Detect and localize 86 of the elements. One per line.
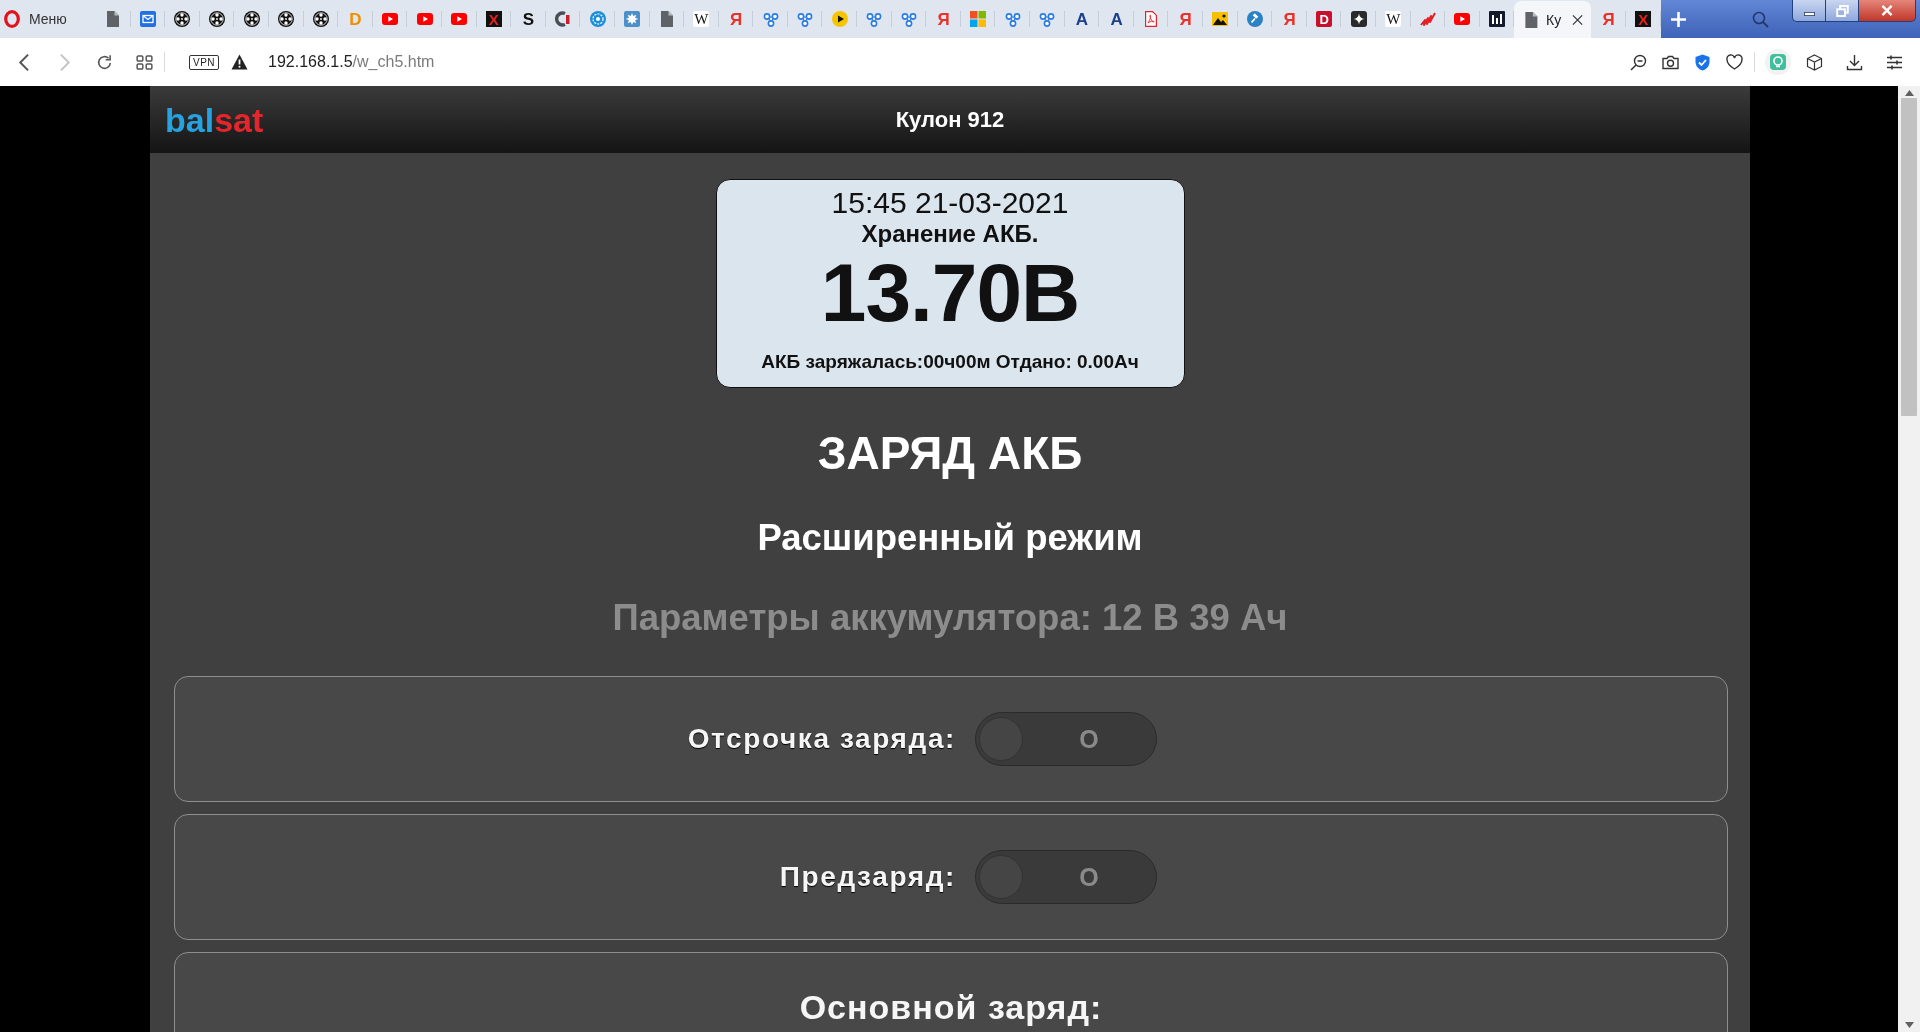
browser-tab[interactable]: Я xyxy=(1591,0,1626,38)
close-button[interactable] xyxy=(1858,0,1916,22)
brand-logo: balsat xyxy=(165,102,264,137)
voltage-reading: 13.70В xyxy=(820,251,1080,335)
browser-tab[interactable]: D xyxy=(1306,0,1342,38)
plus-icon[interactable] xyxy=(1670,12,1686,27)
sliders-icon[interactable] xyxy=(1885,53,1903,71)
charge-stats: АКБ заряжалась:00ч00м Отдано: 0.00Ач xyxy=(761,351,1139,373)
address-field[interactable]: 192.168.1.5/w_ch5.htm xyxy=(268,53,435,71)
browser-tab[interactable]: Ку xyxy=(1514,1,1592,38)
browser-tab[interactable]: W xyxy=(684,0,719,38)
four-squares-icon xyxy=(970,11,987,27)
scrollbar-thumb[interactable] xyxy=(1901,98,1917,416)
scroll-up-icon[interactable] xyxy=(1904,90,1914,96)
document-icon xyxy=(105,11,122,27)
play-circle-icon xyxy=(831,11,848,27)
minimize-button[interactable] xyxy=(1792,0,1825,22)
film-reel-icon xyxy=(174,11,191,27)
document-outline-icon xyxy=(1143,11,1160,27)
browser-tab[interactable]: A xyxy=(1099,0,1134,38)
toggle-switch[interactable]: O xyxy=(975,712,1157,766)
browser-tab[interactable]: W xyxy=(1375,0,1411,38)
mode-text: Хранение АКБ. xyxy=(861,220,1039,247)
browser-tab[interactable]: S xyxy=(511,0,546,38)
page-title: ЗАРЯД АКБ xyxy=(817,426,1083,480)
menu-button[interactable]: Меню xyxy=(0,0,96,38)
section-heading: Основной заряд: xyxy=(799,987,1103,1028)
browser-tab[interactable]: Я xyxy=(926,0,961,38)
bar-chart-tile-icon xyxy=(1489,11,1506,27)
o-logo-icon xyxy=(4,10,20,28)
browser-tab[interactable]: Я xyxy=(1168,0,1203,38)
document-icon xyxy=(658,11,675,27)
heart-icon[interactable] xyxy=(1725,53,1743,71)
dots-network-icon xyxy=(1039,11,1056,27)
mode-subtitle: Расширенный режим xyxy=(757,518,1143,558)
browser-tab[interactable]: X xyxy=(476,0,512,38)
zoom-out-icon[interactable] xyxy=(1629,53,1647,71)
scribble-icon xyxy=(1419,11,1436,27)
film-reel-icon xyxy=(278,11,295,27)
sparkle-tile-icon xyxy=(1350,11,1367,27)
setting-label: Отсрочка заряда: xyxy=(687,723,956,755)
gavel-circle-icon xyxy=(1246,11,1263,27)
dots-network-icon xyxy=(1004,11,1021,27)
close-tab-icon[interactable] xyxy=(1572,13,1584,26)
video-play-icon xyxy=(382,11,399,27)
warning-icon[interactable] xyxy=(231,54,249,70)
mail-icon xyxy=(139,11,156,27)
browser-tab[interactable]: X xyxy=(1625,0,1661,38)
date-time: 15:45 21-03-2021 xyxy=(831,186,1069,220)
dots-network-icon xyxy=(797,11,814,27)
scrollbar[interactable] xyxy=(1898,86,1920,1032)
toggle-switch[interactable]: O xyxy=(975,850,1157,904)
restore-icon xyxy=(1835,4,1849,17)
dots-network-icon xyxy=(900,11,917,27)
globe-icon xyxy=(589,11,606,27)
video-play-icon xyxy=(451,11,468,27)
search-icon[interactable] xyxy=(1751,11,1769,28)
scroll-down-icon[interactable] xyxy=(1904,1022,1914,1028)
film-reel-icon xyxy=(312,11,329,27)
video-play-icon xyxy=(416,11,433,27)
grid-icon[interactable] xyxy=(135,53,153,71)
device-title: Кулон 912 xyxy=(895,106,1005,133)
dots-network-icon xyxy=(866,11,883,27)
cube-icon[interactable] xyxy=(1805,53,1823,71)
dots-network-icon xyxy=(762,11,779,27)
browser-tab[interactable]: A xyxy=(1064,0,1100,38)
reload-icon[interactable] xyxy=(95,53,113,71)
c-shape-icon xyxy=(555,11,571,27)
camera-icon[interactable] xyxy=(1661,53,1679,71)
vpn-badge[interactable]: VPN xyxy=(189,54,220,70)
battery-params: Параметры аккумулятора: 12 В 39 Ач xyxy=(612,598,1288,638)
setting-label: Предзаряд: xyxy=(779,861,956,893)
browser-tab[interactable]: Я xyxy=(718,0,754,38)
document-icon xyxy=(1524,11,1540,28)
splash-tile-icon xyxy=(624,11,641,27)
browser-tab[interactable]: Я xyxy=(1272,0,1307,38)
film-reel-icon xyxy=(243,11,260,27)
film-reel-icon xyxy=(209,11,226,27)
video-play-icon xyxy=(1454,11,1471,27)
shield-check-icon[interactable] xyxy=(1693,53,1711,71)
minimize-icon xyxy=(1803,12,1815,16)
image-icon xyxy=(1212,11,1229,27)
restore-button[interactable] xyxy=(1825,0,1858,22)
bulb-tile-icon[interactable] xyxy=(1765,49,1791,75)
close-icon xyxy=(1881,5,1893,16)
download-icon[interactable] xyxy=(1845,53,1863,71)
